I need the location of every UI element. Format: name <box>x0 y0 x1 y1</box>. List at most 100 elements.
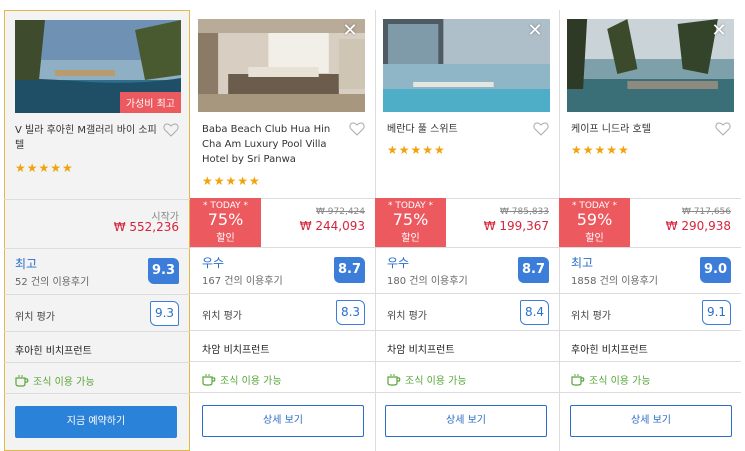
review-count[interactable]: 180 건의 이용후기 <box>387 272 468 287</box>
divider <box>190 330 375 331</box>
hotel-photo[interactable]: 가성비 최고 <box>15 20 181 113</box>
divider <box>4 393 190 394</box>
coffee-cup-icon <box>202 374 216 386</box>
price: ₩ 552,236 <box>113 220 179 234</box>
review-count[interactable]: 52 건의 이용후기 <box>15 273 89 288</box>
divider <box>4 294 190 295</box>
review-score: 8.7 <box>518 257 549 283</box>
breakfast-info: 조식 이용 가능 <box>571 372 651 387</box>
review-label: 우수 <box>387 256 410 270</box>
today-deal-badge: * TODAY * 75% 할인 <box>190 198 261 247</box>
view-details-button[interactable]: 상세 보기 <box>570 405 732 437</box>
original-price: ₩ 785,833 <box>500 207 549 217</box>
hotel-photo-image <box>198 19 365 112</box>
hotel-name[interactable]: V 빌라 후아힌 M갤러리 바이 소피텔 <box>15 123 157 153</box>
review-score: 8.7 <box>334 257 365 283</box>
divider <box>559 330 741 331</box>
location-label: 위치 평가 <box>202 311 242 322</box>
value-badge: 가성비 최고 <box>119 92 181 113</box>
location-label: 위치 평가 <box>571 311 611 322</box>
discount-percent: 59% <box>576 210 613 229</box>
star-rating: ★★★★★ <box>571 143 630 157</box>
book-now-button[interactable]: 지금 예약하기 <box>15 406 177 438</box>
hotel-card-0: 가성비 최고 V 빌라 후아힌 M갤러리 바이 소피텔 ★★★★★ 시작가 ₩ … <box>4 10 190 451</box>
hotel-photo-image <box>383 19 550 112</box>
divider <box>375 293 559 294</box>
divider <box>4 199 190 200</box>
area-name: 후아힌 비치프런트 <box>571 345 648 356</box>
star-rating: ★★★★★ <box>15 161 74 175</box>
coffee-cup-icon <box>15 375 29 387</box>
hotel-name[interactable]: 케이프 니드라 호텔 <box>571 122 713 137</box>
review-label: 최고 <box>571 256 594 270</box>
review-label: 최고 <box>15 257 38 271</box>
hotel-card-1: ✕ Baba Beach Club Hua Hin Cha Am Luxury … <box>190 10 376 451</box>
hotel-card-2: ✕ 베란다 풀 스위트 ★★★★★ * TODAY * 75% 할인 ₩ 785… <box>375 10 560 451</box>
breakfast-label: 조식 이용 가능 <box>220 376 282 387</box>
close-icon[interactable]: ✕ <box>341 22 359 40</box>
heart-icon[interactable] <box>715 122 731 136</box>
area-name: 차암 비치프런트 <box>387 345 455 356</box>
view-details-button[interactable]: 상세 보기 <box>202 405 364 437</box>
heart-icon[interactable] <box>349 122 365 136</box>
hotel-photo[interactable]: ✕ <box>567 19 734 112</box>
divider <box>190 247 375 248</box>
review-count[interactable]: 167 건의 이용후기 <box>202 272 283 287</box>
discount-suffix: 할인 <box>216 233 235 244</box>
divider <box>190 293 375 294</box>
divider <box>559 247 741 248</box>
breakfast-info: 조식 이용 가능 <box>202 372 282 387</box>
coffee-cup-icon <box>571 374 585 386</box>
star-rating: ★★★★★ <box>202 174 261 188</box>
hotel-card-3: ✕ 케이프 니드라 호텔 ★★★★★ * TODAY * 59% 할인 ₩ 71… <box>559 10 741 451</box>
divider <box>4 362 190 363</box>
hotel-photo-image <box>567 19 734 112</box>
divider <box>375 247 559 248</box>
divider <box>375 361 559 362</box>
star-rating: ★★★★★ <box>387 143 446 157</box>
close-icon[interactable]: ✕ <box>526 22 544 40</box>
coffee-cup-icon <box>387 374 401 386</box>
original-price: ₩ 717,656 <box>682 207 731 217</box>
hotel-name[interactable]: Baba Beach Club Hua Hin Cha Am Luxury Po… <box>202 122 350 167</box>
location-label: 위치 평가 <box>387 311 427 322</box>
heart-icon[interactable] <box>533 122 549 136</box>
divider <box>559 392 741 393</box>
divider <box>559 361 741 362</box>
price: ₩ 244,093 <box>299 219 365 233</box>
heart-icon[interactable] <box>163 123 179 137</box>
divider <box>559 293 741 294</box>
area-name: 차암 비치프런트 <box>202 345 270 356</box>
breakfast-label: 조식 이용 가능 <box>589 376 651 387</box>
location-score: 9.1 <box>702 300 731 325</box>
location-score: 8.4 <box>520 300 549 325</box>
location-label: 위치 평가 <box>15 312 55 323</box>
today-deal-badge: * TODAY * 75% 할인 <box>375 198 446 247</box>
hotel-photo[interactable]: ✕ <box>383 19 550 112</box>
divider <box>375 392 559 393</box>
original-price: ₩ 972,424 <box>316 207 365 217</box>
location-score: 8.3 <box>336 300 365 325</box>
area-name: 후아힌 비치프런트 <box>15 346 92 357</box>
discount-suffix: 할인 <box>585 233 604 244</box>
discount-percent: 75% <box>207 210 244 229</box>
divider <box>4 331 190 332</box>
review-label: 우수 <box>202 256 225 270</box>
review-score: 9.0 <box>700 257 731 283</box>
breakfast-info: 조식 이용 가능 <box>15 373 95 388</box>
breakfast-label: 조식 이용 가능 <box>405 376 467 387</box>
price: ₩ 199,367 <box>483 219 549 233</box>
view-details-button[interactable]: 상세 보기 <box>385 405 547 437</box>
location-score: 9.3 <box>150 301 179 326</box>
divider <box>375 330 559 331</box>
price: ₩ 290,938 <box>665 219 731 233</box>
close-icon[interactable]: ✕ <box>710 22 728 40</box>
hotel-name[interactable]: 베란다 풀 스위트 <box>387 122 529 137</box>
breakfast-label: 조식 이용 가능 <box>33 377 95 388</box>
breakfast-info: 조식 이용 가능 <box>387 372 467 387</box>
discount-suffix: 할인 <box>401 233 420 244</box>
divider <box>190 392 375 393</box>
divider <box>4 248 190 249</box>
review-count[interactable]: 1858 건의 이용후기 <box>571 272 658 287</box>
hotel-photo[interactable]: ✕ <box>198 19 365 112</box>
